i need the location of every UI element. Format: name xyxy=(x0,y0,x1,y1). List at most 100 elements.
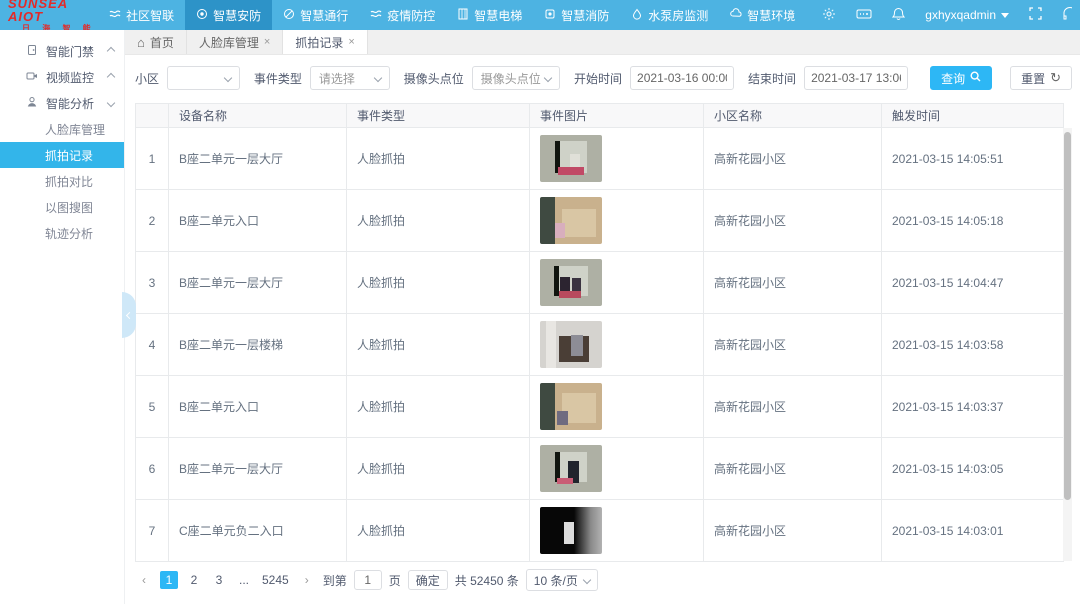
sidebar-item-capture-records[interactable]: 抓拍记录 xyxy=(0,142,124,168)
close-icon[interactable]: × xyxy=(348,36,354,48)
shield-target-icon xyxy=(196,8,208,23)
event-snapshot[interactable] xyxy=(540,321,602,368)
event-snapshot[interactable] xyxy=(540,259,602,306)
scrollbar-thumb[interactable] xyxy=(1064,132,1071,500)
camera-select[interactable]: 摄像头点位 xyxy=(472,66,560,90)
clipped-icon[interactable] xyxy=(1062,7,1072,23)
menu-item-elevator[interactable]: 智慧电梯 xyxy=(446,0,533,30)
sidebar-item-image-search[interactable]: 以图搜图 xyxy=(0,194,124,220)
card-reader-icon[interactable] xyxy=(856,8,872,23)
camera-icon xyxy=(26,70,38,85)
chevron-left-icon xyxy=(125,311,132,318)
chevron-down-icon xyxy=(224,74,232,82)
trigger-time: 2021-03-15 14:03:05 xyxy=(882,438,1064,500)
community-name: 高新花园小区 xyxy=(704,500,882,562)
menu-item-epidemic[interactable]: 疫情防控 xyxy=(359,0,446,30)
table-header-row: 设备名称 事件类型 事件图片 小区名称 触发时间 xyxy=(136,104,1064,128)
page-button-3[interactable]: 3 xyxy=(210,571,228,589)
sidebar-section-smart-analysis[interactable]: 智能分析 xyxy=(0,90,124,116)
end-time-input[interactable] xyxy=(804,66,908,90)
event-type: 人脸抓拍 xyxy=(347,500,530,562)
event-snapshot[interactable] xyxy=(540,383,602,430)
total-count-label: 共 52450 条 xyxy=(455,572,519,589)
event-snapshot[interactable] xyxy=(540,445,602,492)
menu-item-environment[interactable]: 智慧环境 xyxy=(719,0,806,30)
bell-icon[interactable] xyxy=(892,7,905,24)
door-icon xyxy=(26,44,38,59)
trigger-time: 2021-03-15 14:04:47 xyxy=(882,252,1064,314)
event-snapshot[interactable] xyxy=(540,135,602,182)
trigger-time: 2021-03-15 14:03:01 xyxy=(882,500,1064,562)
chevron-down-icon xyxy=(1001,13,1009,18)
col-event-type: 事件类型 xyxy=(347,104,530,128)
pump-icon xyxy=(631,8,643,23)
goto-page-input[interactable] xyxy=(354,570,382,590)
community-name: 高新花园小区 xyxy=(704,128,882,190)
camera-filter-label: 摄像头点位 xyxy=(404,70,464,87)
menu-item-security[interactable]: 智慧安防 xyxy=(185,0,272,30)
trigger-time: 2021-03-15 14:05:51 xyxy=(882,128,1064,190)
tab-capture-records[interactable]: 抓拍记录 × xyxy=(283,30,367,54)
page-button-2[interactable]: 2 xyxy=(185,571,203,589)
home-icon: ⌂ xyxy=(137,36,145,49)
tab-home[interactable]: ⌂ 首页 xyxy=(125,30,187,54)
content-panel: 小区 事件类型 请选择 摄像头点位 摄像头点位 开始时间 结束时间 xyxy=(125,55,1080,604)
table-row: 6 B座二单元一层大厅 人脸抓拍 高新花园小区 2021-03-15 14:03… xyxy=(136,438,1064,500)
event-type: 人脸抓拍 xyxy=(347,376,530,438)
menu-item-fire[interactable]: 智慧消防 xyxy=(533,0,620,30)
chevron-down-icon xyxy=(107,99,115,107)
page-size-select[interactable]: 10 条/页 xyxy=(526,569,598,591)
trigger-time: 2021-03-15 14:03:37 xyxy=(882,376,1064,438)
menu-item-access[interactable]: 智慧通行 xyxy=(272,0,359,30)
person-icon xyxy=(26,96,38,111)
page-unit-label: 页 xyxy=(389,572,401,589)
event-snapshot[interactable] xyxy=(540,507,602,554)
community-name: 高新花园小区 xyxy=(704,376,882,438)
start-time-input[interactable] xyxy=(630,66,734,90)
prev-page-button[interactable]: ‹ xyxy=(135,571,153,589)
goto-label: 到第 xyxy=(323,572,347,589)
chevron-up-icon xyxy=(107,47,115,55)
sidebar-section-access-control[interactable]: 智能门禁 xyxy=(0,38,124,64)
fullscreen-icon[interactable] xyxy=(1029,7,1042,23)
search-button[interactable]: 查询 xyxy=(930,66,992,90)
gear-icon[interactable] xyxy=(822,7,836,24)
community-select[interactable] xyxy=(167,66,240,90)
menu-item-pumproom[interactable]: 水泵房监测 xyxy=(620,0,719,30)
trigger-time: 2021-03-15 14:05:18 xyxy=(882,190,1064,252)
next-page-button[interactable]: › xyxy=(298,571,316,589)
device-name: B座二单元一层大厅 xyxy=(169,128,347,190)
sidebar-item-face-library[interactable]: 人脸库管理 xyxy=(0,116,124,142)
page-button-last[interactable]: 5245 xyxy=(260,571,291,589)
page-button-1[interactable]: 1 xyxy=(160,571,178,589)
chevron-down-icon xyxy=(583,576,591,584)
event-type: 人脸抓拍 xyxy=(347,190,530,252)
menu-item-community[interactable]: 社区智联 xyxy=(98,0,185,30)
col-trigger-time: 触发时间 xyxy=(882,104,1064,128)
sidebar-collapse-handle[interactable] xyxy=(122,292,136,338)
sidebar-item-capture-compare[interactable]: 抓拍对比 xyxy=(0,168,124,194)
topbar-icon-group: gxhyxqadmin xyxy=(806,0,1080,30)
user-menu[interactable]: gxhyxqadmin xyxy=(925,8,1009,22)
chevron-up-icon xyxy=(107,73,115,81)
reset-button[interactable]: 重置 ↻ xyxy=(1010,66,1072,90)
community-name: 高新花园小区 xyxy=(704,314,882,376)
event-type: 人脸抓拍 xyxy=(347,252,530,314)
sidebar-item-track-analysis[interactable]: 轨迹分析 xyxy=(0,220,124,246)
trigger-time: 2021-03-15 14:03:58 xyxy=(882,314,1064,376)
event-snapshot[interactable] xyxy=(540,197,602,244)
right-area: ⌂ 首页 人脸库管理 × 抓拍记录 × 小区 事件类型 xyxy=(125,30,1080,604)
tab-bar: ⌂ 首页 人脸库管理 × 抓拍记录 × xyxy=(125,30,1080,55)
epidemic-icon xyxy=(370,8,382,23)
tab-face-library[interactable]: 人脸库管理 × xyxy=(187,30,283,54)
goto-confirm-button[interactable]: 确定 xyxy=(408,570,448,590)
sidebar-section-video-monitor[interactable]: 视频监控 xyxy=(0,64,124,90)
col-event-image: 事件图片 xyxy=(530,104,704,128)
col-index xyxy=(136,104,169,128)
close-icon[interactable]: × xyxy=(264,36,270,48)
event-type: 人脸抓拍 xyxy=(347,128,530,190)
filter-bar: 小区 事件类型 请选择 摄像头点位 摄像头点位 开始时间 结束时间 xyxy=(135,65,1072,91)
fire-icon xyxy=(544,8,556,23)
table-row: 4 B座二单元一层楼梯 人脸抓拍 高新花园小区 2021-03-15 14:03… xyxy=(136,314,1064,376)
event-type-select[interactable]: 请选择 xyxy=(310,66,390,90)
